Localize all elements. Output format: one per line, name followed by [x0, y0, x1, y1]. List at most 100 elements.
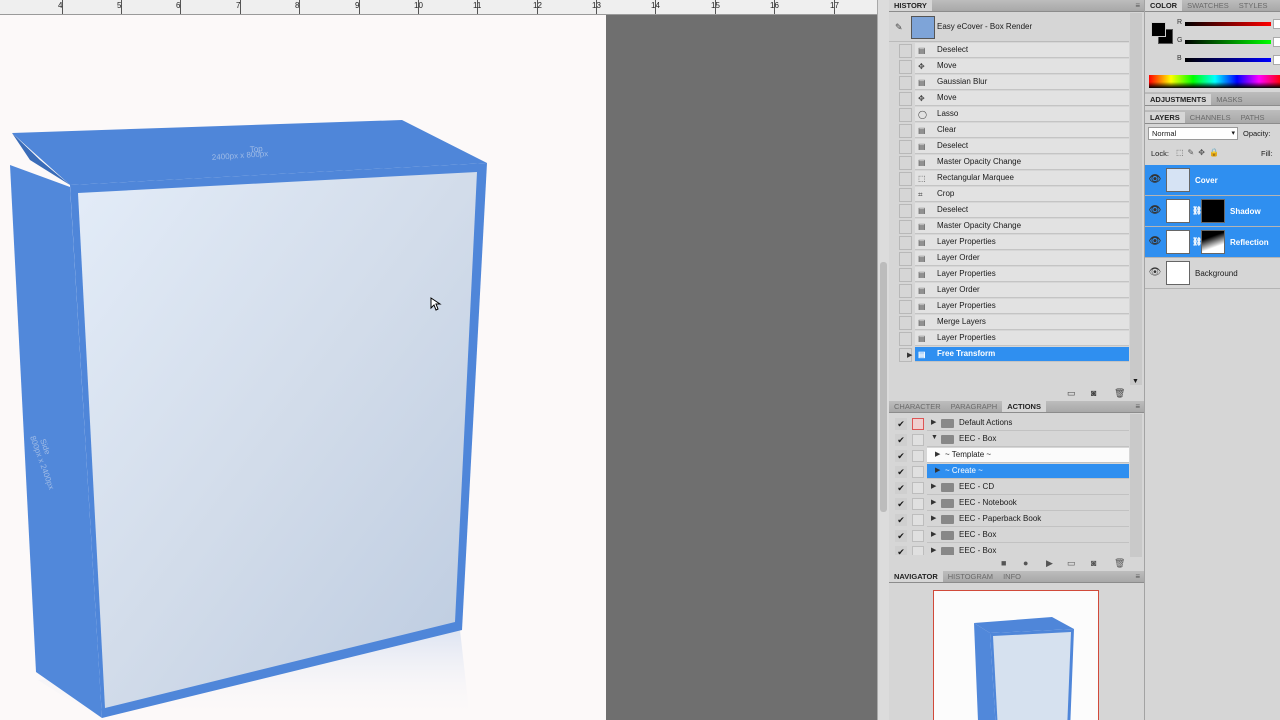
history-item[interactable]: ▤ Layer Order: [889, 283, 1129, 299]
green-value-field[interactable]: [1273, 37, 1280, 47]
blue-value-field[interactable]: [1273, 55, 1280, 65]
action-set[interactable]: ✔ ▶ EEC - Box: [889, 544, 1129, 555]
history-item[interactable]: ▤ Merge Layers: [889, 315, 1129, 331]
tab-paths[interactable]: PATHS: [1236, 112, 1270, 123]
action-set[interactable]: ✔ ▶ EEC - CD: [889, 480, 1129, 496]
history-item[interactable]: ▤ Layer Properties: [889, 235, 1129, 251]
dialog-toggle[interactable]: [912, 466, 924, 478]
expand-triangle-icon[interactable]: ▶: [931, 498, 936, 506]
history-item[interactable]: ▤ Layer Properties: [889, 299, 1129, 315]
horizontal-ruler[interactable]: 4 5 6 7 8 9 10 11 12 13 14 15 16 17: [0, 0, 877, 15]
scrollbar-thumb[interactable]: [880, 262, 887, 512]
dialog-toggle[interactable]: [912, 530, 924, 542]
panel-menu-icon[interactable]: ≡: [1135, 572, 1140, 581]
canvas-vertical-scrollbar[interactable]: [877, 0, 889, 720]
tab-paragraph[interactable]: PARAGRAPH: [946, 401, 1003, 412]
new-set-icon[interactable]: ▭: [1067, 558, 1076, 569]
history-item[interactable]: ⬚ Rectangular Marquee: [889, 171, 1129, 187]
history-item[interactable]: ▤ Clear: [889, 123, 1129, 139]
visibility-eye-icon[interactable]: 👁: [1148, 266, 1162, 280]
actions-scrollbar[interactable]: [1130, 414, 1142, 557]
tab-channels[interactable]: CHANNELS: [1185, 112, 1236, 123]
toggle-check-icon[interactable]: ✔: [895, 450, 907, 462]
tab-navigator[interactable]: NAVIGATOR: [889, 571, 943, 582]
navigator-preview[interactable]: [933, 590, 1099, 720]
history-item[interactable]: ✥ Move: [889, 59, 1129, 75]
action-set[interactable]: ✔ ▶ EEC - Paperback Book: [889, 512, 1129, 528]
history-snapshot[interactable]: ✎ Easy eCover - Box Render: [889, 13, 1129, 42]
stop-icon[interactable]: ■: [1001, 558, 1006, 568]
dialog-toggle[interactable]: [912, 498, 924, 510]
expand-triangle-icon[interactable]: ▶: [931, 530, 936, 538]
play-icon[interactable]: ▶: [1046, 558, 1053, 569]
expand-triangle-icon[interactable]: ▶: [931, 482, 936, 490]
action-item[interactable]: ✔ ▶ ~ Template ~: [889, 448, 1129, 464]
history-scrollbar[interactable]: ▼: [1130, 13, 1142, 385]
record-icon[interactable]: ●: [1023, 558, 1028, 568]
brush-source-icon[interactable]: ✎: [895, 22, 903, 33]
toggle-check-icon[interactable]: ✔: [895, 530, 907, 542]
expand-triangle-icon[interactable]: ▶: [931, 418, 936, 426]
expand-triangle-icon[interactable]: ▶: [935, 450, 940, 458]
action-set[interactable]: ✔ ▶ Default Actions: [889, 416, 1129, 432]
action-set[interactable]: ✔ ▼ EEC - Box: [889, 432, 1129, 448]
history-item[interactable]: ▤ Deselect: [889, 203, 1129, 219]
tab-swatches[interactable]: SWATCHES: [1182, 0, 1234, 11]
visibility-eye-icon[interactable]: 👁: [1148, 204, 1162, 218]
history-item[interactable]: ✥ Move: [889, 91, 1129, 107]
toggle-check-icon[interactable]: ✔: [895, 434, 907, 446]
lock-options-icon[interactable]: ⬚✎✥🔒: [1176, 148, 1223, 157]
dialog-toggle[interactable]: [912, 546, 924, 555]
history-item[interactable]: ▤ Layer Properties: [889, 267, 1129, 283]
tab-histogram[interactable]: HISTOGRAM: [943, 571, 998, 582]
toggle-check-icon[interactable]: ✔: [895, 466, 907, 478]
expand-triangle-icon[interactable]: ▶: [931, 514, 936, 522]
layer-row-reflection[interactable]: 👁 ⛓ Reflection: [1145, 227, 1280, 258]
tab-history[interactable]: HISTORY: [889, 0, 932, 11]
history-item[interactable]: ▤ Gaussian Blur: [889, 75, 1129, 91]
tab-masks[interactable]: MASKS: [1211, 94, 1247, 105]
action-set[interactable]: ✔ ▶ EEC - Box: [889, 528, 1129, 544]
scroll-down-icon[interactable]: ▼: [1132, 378, 1139, 385]
dialog-toggle[interactable]: [912, 434, 924, 446]
tab-layers[interactable]: LAYERS: [1145, 112, 1185, 123]
new-snapshot-icon[interactable]: ◙: [1091, 388, 1096, 398]
history-item[interactable]: ◯ Lasso: [889, 107, 1129, 123]
history-item[interactable]: ▤ Master Opacity Change: [889, 155, 1129, 171]
history-item[interactable]: ⌗ Crop: [889, 187, 1129, 203]
layer-row-cover[interactable]: 👁 Cover: [1145, 165, 1280, 196]
tab-actions[interactable]: ACTIONS: [1002, 401, 1046, 412]
green-slider[interactable]: [1185, 40, 1271, 44]
toggle-check-icon[interactable]: ✔: [895, 418, 907, 430]
collapse-triangle-icon[interactable]: ▼: [931, 434, 938, 441]
tab-character[interactable]: CHARACTER: [889, 401, 946, 412]
history-item-selected[interactable]: ▶ ▤ Free Transform: [889, 347, 1129, 363]
delete-action-icon[interactable]: 🗑: [1114, 558, 1125, 569]
layer-mask-thumbnail[interactable]: [1201, 199, 1225, 223]
panel-menu-icon[interactable]: ≡: [1135, 1, 1140, 10]
action-item-selected[interactable]: ✔ ▶ ~ Create ~: [889, 464, 1129, 480]
toggle-check-icon[interactable]: ✔: [895, 482, 907, 494]
expand-triangle-icon[interactable]: ▶: [935, 466, 940, 474]
color-spectrum[interactable]: [1149, 75, 1280, 88]
tab-info[interactable]: INFO: [998, 571, 1026, 582]
expand-triangle-icon[interactable]: ▶: [931, 546, 936, 554]
history-item[interactable]: ▤ Master Opacity Change: [889, 219, 1129, 235]
visibility-eye-icon[interactable]: 👁: [1148, 235, 1162, 249]
foreground-color-swatch[interactable]: [1151, 22, 1166, 37]
layer-mask-thumbnail[interactable]: [1201, 230, 1225, 254]
red-value-field[interactable]: [1273, 19, 1280, 29]
tab-color[interactable]: COLOR: [1145, 0, 1183, 11]
blue-slider[interactable]: [1185, 58, 1271, 62]
red-slider[interactable]: [1185, 22, 1271, 26]
new-action-icon[interactable]: ◙: [1091, 558, 1096, 568]
history-item[interactable]: ▤ Layer Order: [889, 251, 1129, 267]
document-canvas[interactable]: Top 2400px x 800px Side 800px x 2400px: [0, 15, 606, 720]
panel-menu-icon[interactable]: ≡: [1135, 402, 1140, 411]
tab-adjustments[interactable]: ADJUSTMENTS: [1145, 94, 1212, 105]
action-set[interactable]: ✔ ▶ EEC - Notebook: [889, 496, 1129, 512]
toggle-check-icon[interactable]: ✔: [895, 546, 907, 555]
new-document-from-state-icon[interactable]: ▭: [1067, 388, 1076, 399]
toggle-check-icon[interactable]: ✔: [895, 498, 907, 510]
toggle-check-icon[interactable]: ✔: [895, 514, 907, 526]
